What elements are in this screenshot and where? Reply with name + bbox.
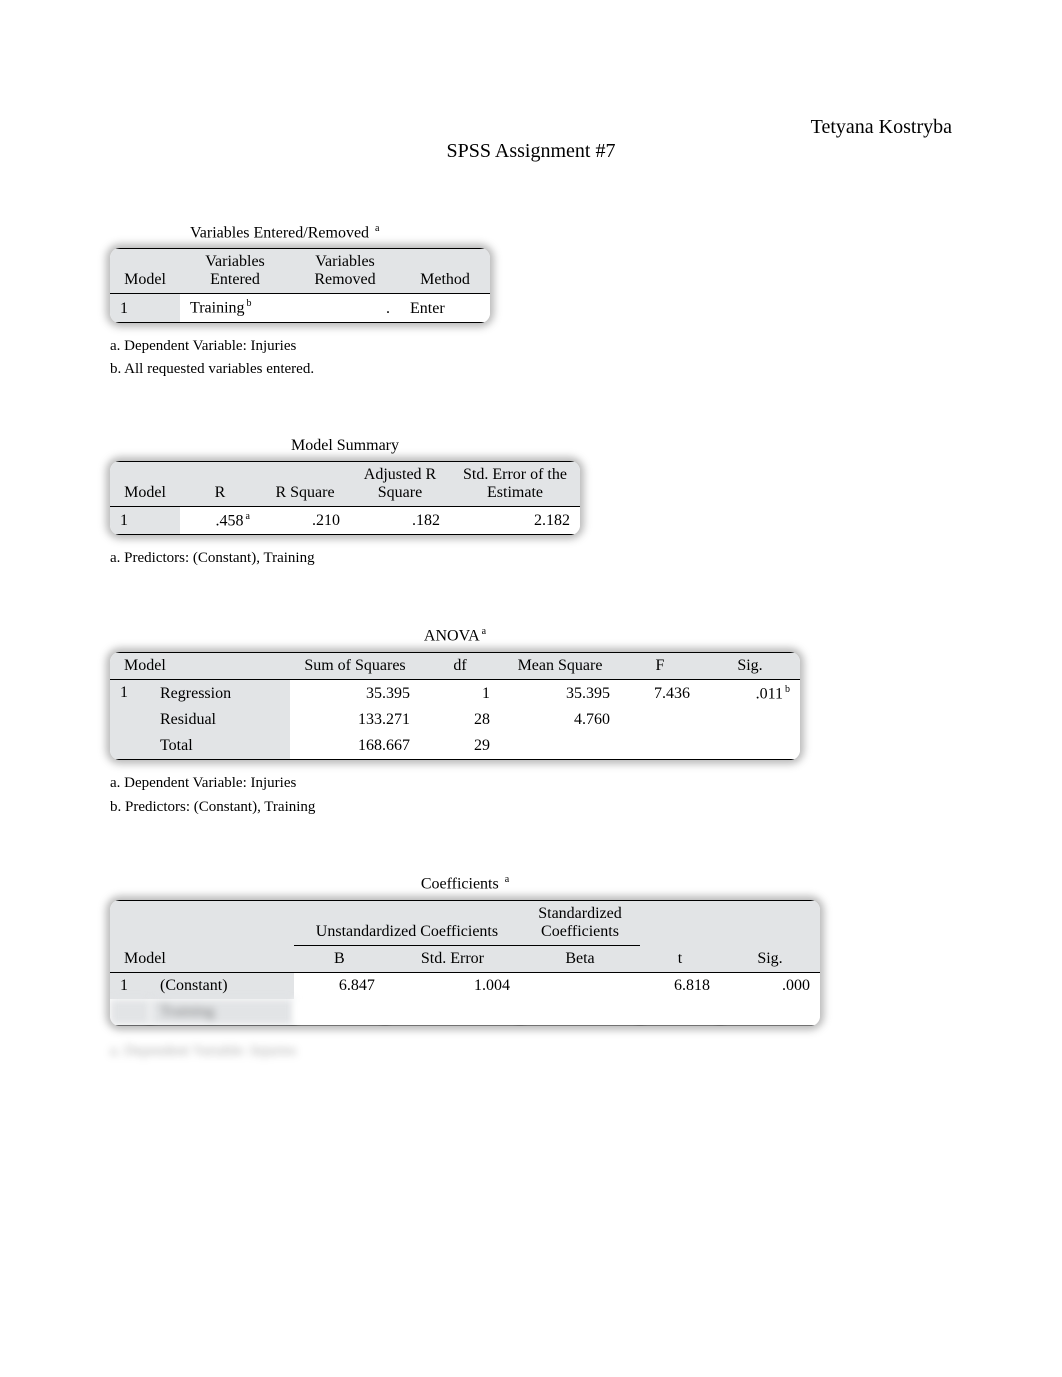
- table-anova: ANOVAa Model Sum of Squares df Mean Squa…: [110, 626, 952, 818]
- anova-footnote-a: a. Dependent Variable: Injuries: [110, 773, 952, 795]
- cell-sig-reg-val: .011: [756, 685, 783, 702]
- cell-ss-reg: 35.395: [290, 679, 420, 707]
- col-b: B: [294, 945, 385, 972]
- author-name: Tetyana Kostryba: [811, 116, 952, 139]
- coef-caption-sup: a: [505, 874, 509, 885]
- cell-t-train: [640, 999, 720, 1026]
- col-ms: Mean Square: [500, 652, 620, 679]
- col-r: R: [180, 462, 260, 507]
- cell-sig-reg-sup: b: [785, 684, 790, 695]
- cell-f-reg: 7.436: [620, 679, 700, 707]
- col-model: Model: [110, 462, 180, 507]
- anova-caption-sup: a: [482, 626, 486, 637]
- varent-footnote-a: a. Dependent Variable: Injuries: [110, 336, 952, 358]
- cell-model: 1: [110, 507, 180, 535]
- cell-t-const: 6.818: [640, 972, 720, 999]
- cell-model-3: [110, 733, 150, 760]
- cell-ms-tot: [500, 733, 620, 760]
- cell-entered-text: Training: [190, 300, 245, 317]
- col-ss: Sum of Squares: [290, 652, 420, 679]
- cell-sig-res: [700, 707, 800, 733]
- cell-df-reg: 1: [420, 679, 500, 707]
- col-adjrsq: Adjusted R Square: [350, 462, 450, 507]
- coef-caption: Coefficients: [421, 876, 499, 893]
- cell-sig-reg: .011b: [700, 679, 800, 707]
- cell-sig-const: .000: [720, 972, 820, 999]
- col-model: Model: [110, 900, 294, 972]
- cell-label-train: Training: [150, 999, 294, 1026]
- cell-beta-train: [520, 999, 640, 1026]
- cell-label-reg: Regression: [150, 679, 290, 707]
- table-coefficients: Coefficients a Model Unstandardized Coef…: [110, 874, 952, 1059]
- cell-ms-reg: 35.395: [500, 679, 620, 707]
- cell-r: .458a: [180, 507, 260, 535]
- coef-footnote-hidden: a. Dependent Variable: Injuries: [110, 1043, 952, 1060]
- cell-label-res: Residual: [150, 707, 290, 733]
- col-unstd: Unstandardized Coefficients: [294, 900, 520, 945]
- col-method: Method: [400, 249, 490, 294]
- table-variables-entered: Variables Entered/Removed a Model Variab…: [110, 223, 952, 381]
- col-sig: Sig.: [720, 900, 820, 972]
- cell-entered-sup: b: [247, 298, 252, 309]
- cell-sig-train: [720, 999, 820, 1026]
- col-t: t: [640, 900, 720, 972]
- cell-f-tot: [620, 733, 700, 760]
- cell-adjrsq: .182: [350, 507, 450, 535]
- col-removed: Variables Removed: [290, 249, 400, 294]
- varent-caption-sup: a: [375, 223, 379, 234]
- cell-b-const: 6.847: [294, 972, 385, 999]
- col-sig: Sig.: [700, 652, 800, 679]
- cell-ss-res: 133.271: [290, 707, 420, 733]
- page-title: SPSS Assignment #7: [110, 140, 952, 163]
- cell-beta-const: [520, 972, 640, 999]
- cell-r-sup: a: [246, 511, 250, 522]
- cell-model-1: 1: [110, 972, 150, 999]
- cell-model-2: [110, 999, 150, 1026]
- cell-method: Enter: [400, 294, 490, 322]
- cell-se-train: [385, 999, 520, 1026]
- cell-model: 1: [110, 294, 180, 322]
- col-beta: Beta: [520, 945, 640, 972]
- cell-sig-tot: [700, 733, 800, 760]
- col-std: Standardized Coefficients: [520, 900, 640, 945]
- cell-df-res: 28: [420, 707, 500, 733]
- cell-b-train: [294, 999, 385, 1026]
- modsum-caption: Model Summary: [291, 437, 399, 454]
- col-f: F: [620, 652, 700, 679]
- cell-rsq: .210: [260, 507, 350, 535]
- cell-r-val: .458: [216, 512, 244, 529]
- col-model: Model: [110, 249, 180, 294]
- col-df: df: [420, 652, 500, 679]
- col-entered: Variables Entered: [180, 249, 290, 294]
- cell-label-const: (Constant): [150, 972, 294, 999]
- cell-f-res: [620, 707, 700, 733]
- col-rsq: R Square: [260, 462, 350, 507]
- cell-model-2: [110, 707, 150, 733]
- document-page: Tetyana Kostryba SPSS Assignment #7 Vari…: [0, 0, 1062, 1130]
- table-model-summary: Model Summary Model R R Square Adjusted …: [110, 437, 952, 570]
- cell-ms-res: 4.760: [500, 707, 620, 733]
- col-se: Std. Error: [385, 945, 520, 972]
- cell-see: 2.182: [450, 507, 580, 535]
- cell-removed: .: [290, 294, 400, 322]
- cell-ss-tot: 168.667: [290, 733, 420, 760]
- cell-df-tot: 29: [420, 733, 500, 760]
- col-model: Model: [110, 652, 290, 679]
- modsum-footnote-a: a. Predictors: (Constant), Training: [110, 548, 952, 570]
- anova-footnote-b: b. Predictors: (Constant), Training: [110, 797, 952, 819]
- cell-entered: Trainingb: [180, 294, 290, 322]
- col-see: Std. Error of the Estimate: [450, 462, 580, 507]
- cell-label-tot: Total: [150, 733, 290, 760]
- cell-se-const: 1.004: [385, 972, 520, 999]
- varent-footnote-b: b. All requested variables entered.: [110, 359, 952, 381]
- anova-caption: ANOVA: [424, 628, 480, 645]
- varent-caption: Variables Entered/Removed: [190, 224, 369, 241]
- cell-model-1: 1: [110, 679, 150, 707]
